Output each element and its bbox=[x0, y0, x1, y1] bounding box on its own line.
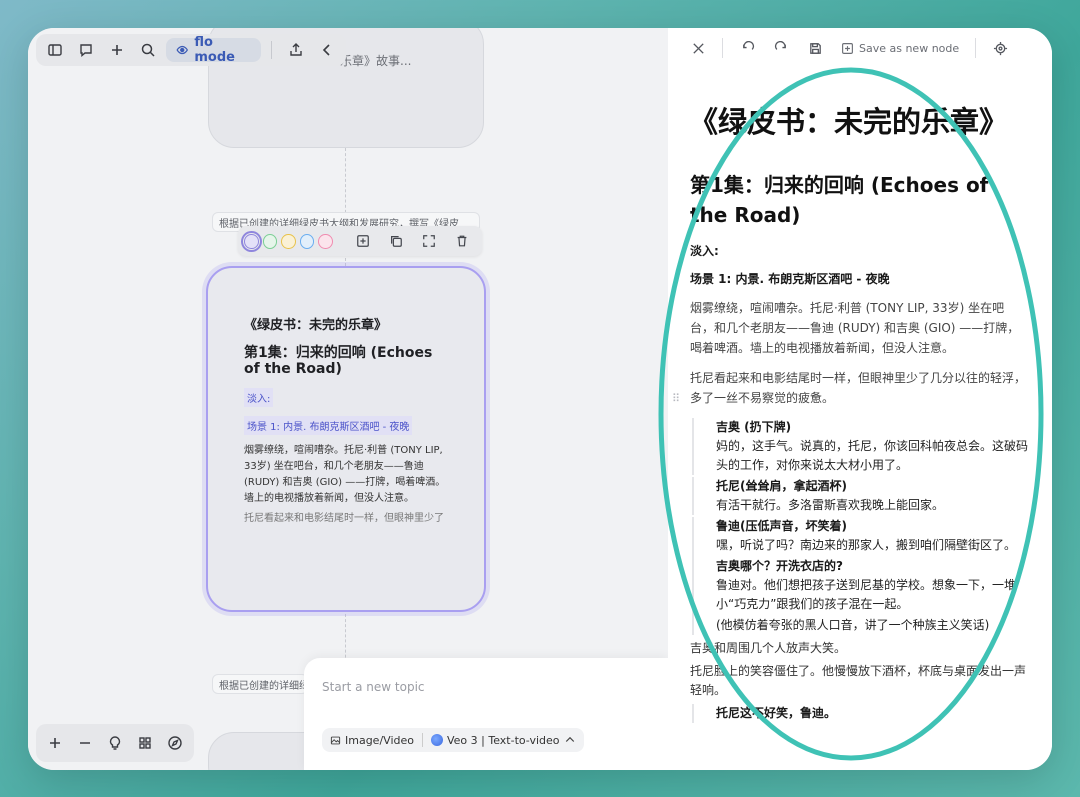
plus-icon[interactable] bbox=[104, 36, 131, 64]
canvas-toolbar: flo mode bbox=[36, 34, 346, 66]
model-select[interactable]: Veo 3 | Text-to-video bbox=[430, 733, 576, 747]
document-panel: Save as new node 《绿皮书：未完的乐章》 第1集：归来的回响 (… bbox=[668, 28, 1052, 770]
compass-icon[interactable] bbox=[160, 729, 190, 757]
add-square-icon bbox=[842, 42, 853, 54]
veo-icon bbox=[430, 734, 443, 746]
color-swatch-pink[interactable] bbox=[318, 233, 333, 249]
dialogue-block: 托尼这不好笑，鲁迪。 bbox=[692, 704, 1028, 723]
app-window: 乐章》故事... 根据已创建的详细绿皮书大纲和发展研究，撰写《绿皮 《绿皮书：未… bbox=[28, 28, 1052, 770]
image-video-label: Image/Video bbox=[345, 733, 414, 747]
chevron-left-icon[interactable] bbox=[313, 36, 340, 64]
lightbulb-icon[interactable] bbox=[100, 729, 130, 757]
paragraph: 烟雾缭绕，喧闹嘈杂。托尼·利普 (TONY LIP, 33岁) 坐在吧台，和几个… bbox=[690, 301, 1020, 355]
color-swatch-purple[interactable] bbox=[241, 230, 262, 252]
dialogue-line: 鲁迪对。他们想把孩子送到尼基的学校。想象一下，一堆小“巧克力”跟我们的孩子混在一… bbox=[716, 578, 1017, 611]
scene-heading: 场景 1: 内景. 布朗克斯区酒吧 - 夜晚 bbox=[690, 272, 890, 286]
document-content[interactable]: 《绿皮书：未完的乐章》 第1集：归来的回响 (Echoes of the Roa… bbox=[690, 104, 1028, 768]
flo-mode-label: flo mode bbox=[194, 35, 235, 65]
edge-label[interactable]: 根据已创建的详细绿 bbox=[212, 674, 308, 694]
comment-icon[interactable] bbox=[73, 36, 100, 64]
dialogue-speaker: 吉奥 (扔下牌) bbox=[716, 420, 792, 434]
divider bbox=[421, 733, 423, 747]
dialogue-speaker: 吉奥哪个？开洗衣店的? bbox=[716, 559, 843, 573]
parent-node-text: 乐章》故事... bbox=[340, 54, 412, 68]
duplicate-icon[interactable] bbox=[381, 229, 410, 253]
dialogue-block: 吉奥 (扔下牌) 妈的，这手气。说真的，托尼，你该回科帕夜总会。这破码头的工作，… bbox=[692, 418, 1028, 475]
node-heading: 第1集：归来的回响 (Echoes of the Road) bbox=[244, 345, 433, 377]
node-color-toolbar bbox=[238, 226, 482, 256]
color-swatch-yellow[interactable] bbox=[281, 233, 296, 249]
search-icon[interactable] bbox=[135, 36, 162, 64]
flo-mode-button[interactable]: flo mode bbox=[165, 35, 262, 65]
locate-icon[interactable] bbox=[986, 34, 1014, 62]
paragraph: 吉奥和周围几个人放声大笑。 bbox=[690, 641, 847, 655]
paragraph: 托尼脸上的笑容僵住了。他慢慢放下酒杯，杯底与桌面发出一声轻响。 bbox=[690, 664, 1027, 697]
selected-node[interactable]: 《绿皮书：未完的乐章》 第1集：归来的回响 (Echoes of the Roa… bbox=[206, 266, 486, 612]
node-tag: 淡入: bbox=[244, 388, 274, 407]
add-node-icon[interactable] bbox=[348, 229, 377, 253]
dialogue-speaker: 鲁迪(压低声音，坏笑着) bbox=[716, 519, 847, 533]
node-title: 《绿皮书：未完的乐章》 bbox=[244, 318, 388, 333]
panel-toolbar: Save as new node bbox=[668, 28, 1052, 68]
topic-composer[interactable]: Start a new topic Image/Video Veo 3 | Te… bbox=[304, 658, 668, 770]
color-swatch-blue[interactable] bbox=[299, 233, 315, 249]
color-swatch-green[interactable] bbox=[262, 233, 278, 249]
image-icon bbox=[330, 736, 341, 744]
save-icon[interactable] bbox=[801, 34, 829, 62]
dialogue-line: 嘿，听说了吗？南边来的那家人，搬到咱们隔壁街区了。 bbox=[716, 538, 1017, 552]
undo-icon[interactable] bbox=[733, 34, 761, 62]
zoom-out-icon[interactable] bbox=[70, 729, 100, 757]
dialogue-line: (他模仿着夸张的黑人口音，讲了一个种族主义笑话) bbox=[716, 618, 990, 632]
redo-icon[interactable] bbox=[767, 34, 795, 62]
topic-input[interactable]: Start a new topic bbox=[322, 680, 650, 694]
save-as-new-node-button[interactable]: Save as new node bbox=[835, 42, 965, 55]
dialogue-speaker: 托尼(耸耸肩，拿起酒杯) bbox=[716, 479, 847, 493]
trash-icon[interactable] bbox=[447, 229, 476, 253]
share-icon[interactable] bbox=[282, 36, 309, 64]
grid-icon[interactable] bbox=[130, 729, 160, 757]
divider bbox=[271, 41, 273, 59]
node-paragraph: 托尼看起来和电影结尾时一样，但眼神里少了 bbox=[244, 513, 444, 524]
dialogue-block: 鲁迪(压低声音，坏笑着) 嘿，听说了吗？南边来的那家人，搬到咱们隔壁街区了。 吉… bbox=[692, 517, 1028, 635]
image-video-button[interactable]: Image/Video bbox=[330, 734, 414, 747]
episode-heading: 第1集：归来的回响 (Echoes of the Road) bbox=[690, 173, 989, 227]
connector-line bbox=[345, 258, 346, 266]
document-title: 《绿皮书：未完的乐章》 bbox=[690, 104, 1028, 140]
zoom-in-icon[interactable] bbox=[40, 729, 70, 757]
composer-options: Image/Video Veo 3 | Text-to-video bbox=[322, 728, 584, 752]
sidebar-icon[interactable] bbox=[42, 36, 69, 64]
chevron-up-icon bbox=[565, 736, 574, 742]
save-as-new-node-label: Save as new node bbox=[859, 41, 960, 55]
connector-line bbox=[345, 148, 346, 218]
expand-icon[interactable] bbox=[414, 229, 443, 253]
paragraph: 托尼看起来和电影结尾时一样，但眼神里少了几分以往的轻浮，多了一丝不易察觉的疲惫。 bbox=[690, 371, 1027, 405]
dialogue-line: 妈的，这手气。说真的，托尼，你该回科帕夜总会。这破码头的工作，对你来说太大材小用… bbox=[716, 439, 1028, 472]
dialogue-speaker: 托尼这不好笑，鲁迪。 bbox=[716, 706, 837, 720]
model-label: Veo 3 | Text-to-video bbox=[446, 733, 560, 747]
node-paragraph: 烟雾缭绕，喧闹嘈杂。托尼·利普 (TONY LIP, 33岁) 坐在吧台，和几个… bbox=[244, 445, 446, 504]
divider bbox=[975, 38, 977, 58]
drag-handle-icon[interactable]: ⠿ bbox=[672, 392, 680, 405]
eye-icon bbox=[176, 45, 188, 55]
node-tag: 场景 1: 内景. 布朗克斯区酒吧 - 夜晚 bbox=[244, 416, 413, 435]
canvas[interactable]: 乐章》故事... 根据已创建的详细绿皮书大纲和发展研究，撰写《绿皮 《绿皮书：未… bbox=[28, 28, 668, 770]
fade-in-label: 淡入: bbox=[690, 244, 719, 258]
dialogue-block: 托尼(耸耸肩，拿起酒杯) 有活干就行。多洛雷斯喜欢我晚上能回家。 bbox=[692, 477, 1028, 515]
zoom-toolbar bbox=[36, 724, 194, 762]
dialogue-line: 有活干就行。多洛雷斯喜欢我晚上能回家。 bbox=[716, 498, 945, 512]
close-icon[interactable] bbox=[684, 34, 712, 62]
divider bbox=[722, 38, 723, 58]
